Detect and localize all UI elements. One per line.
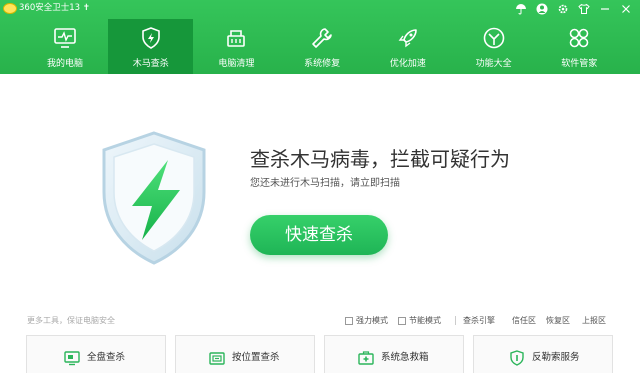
quick-scan-button[interactable]: 快速查杀	[250, 215, 388, 255]
first-aid-label: 系统急救箱	[381, 352, 429, 363]
report-zone-link[interactable]: 上报区	[582, 315, 606, 326]
more-tools-label: 更多工具，保证电脑安全	[27, 316, 115, 325]
nav-features[interactable]: 功能大全	[451, 19, 537, 74]
nav-label: 电脑清理	[218, 59, 255, 69]
gear-icon[interactable]	[557, 3, 569, 15]
scan-status-text: 您还未进行木马扫描，请立即扫描	[250, 178, 400, 189]
nav-label: 木马查杀	[132, 59, 169, 69]
folder-scan-icon	[209, 352, 225, 365]
title-bar: 360安全卫士13 ✝	[0, 0, 640, 18]
close-icon[interactable]	[620, 3, 632, 15]
eco-mode-option[interactable]: 节能模式	[398, 315, 441, 326]
monitor-scan-icon	[64, 351, 80, 366]
shield-check-icon	[510, 350, 524, 366]
umbrella-icon[interactable]	[515, 3, 527, 15]
anti-ransom-label: 反勒索服务	[532, 352, 580, 363]
nav-label: 系统修复	[304, 59, 341, 69]
shield-lightning-icon	[102, 131, 206, 265]
location-scan-tool[interactable]: 按位置查杀	[175, 335, 315, 373]
anti-ransom-tool[interactable]: 反勒索服务	[473, 335, 613, 373]
nav-my-computer[interactable]: 我的电脑	[22, 19, 108, 74]
first-aid-icon	[358, 351, 374, 365]
eco-mode-checkbox[interactable]	[398, 316, 406, 325]
scan-engine-link[interactable]: 查杀引擎	[463, 315, 495, 326]
nav-label: 我的电脑	[46, 59, 83, 69]
eco-mode-label: 节能模式	[409, 316, 441, 325]
rocket-icon	[398, 29, 417, 48]
broom-icon	[227, 30, 246, 47]
nav-trojan-scan[interactable]: 木马查杀	[107, 19, 194, 74]
restore-zone-link[interactable]: 恢复区	[546, 315, 570, 326]
nav-cleanup[interactable]: 电脑清理	[193, 19, 279, 74]
avatar-icon[interactable]	[536, 3, 548, 15]
full-scan-tool[interactable]: 全盘查杀	[26, 335, 166, 373]
main-nav: 我的电脑 木马查杀 电脑清理 系统修复 优化加速 功能大全 软件管家	[22, 19, 622, 74]
location-scan-label: 按位置查杀	[232, 352, 280, 363]
nav-optimize[interactable]: 优化加速	[365, 19, 451, 74]
shield-bolt-icon	[141, 27, 160, 49]
nav-system-repair[interactable]: 系统修复	[279, 19, 365, 74]
trust-zone-link[interactable]: 信任区	[512, 315, 536, 326]
first-aid-tool[interactable]: 系统急救箱	[324, 335, 464, 373]
nav-label: 软件管家	[561, 59, 598, 69]
header-bar: 360安全卫士13 ✝ 我的电脑 木马查杀 电脑清理 系统修复 优化加速 功能大…	[0, 0, 640, 74]
wrench-icon	[312, 28, 332, 48]
title-icons	[515, 2, 632, 16]
shirt-icon[interactable]	[578, 3, 590, 15]
power-mode-label: 强力模式	[356, 316, 388, 325]
full-scan-label: 全盘查杀	[87, 352, 126, 363]
app-title: 360安全卫士13 ✝	[19, 3, 90, 13]
monitor-icon	[54, 28, 76, 48]
grid-flower-icon	[570, 28, 589, 48]
power-mode-checkbox[interactable]	[345, 316, 353, 325]
nav-software-manager[interactable]: 软件管家	[536, 19, 622, 74]
360-logo-icon	[3, 3, 17, 14]
nav-label: 优化加速	[389, 59, 426, 69]
divider	[455, 316, 456, 325]
nav-label: 功能大全	[475, 59, 512, 69]
power-mode-option[interactable]: 强力模式	[345, 315, 388, 326]
page-headline: 查杀木马病毒，拦截可疑行为	[250, 147, 510, 171]
minimize-icon[interactable]	[599, 3, 611, 15]
cube-icon	[483, 27, 504, 49]
